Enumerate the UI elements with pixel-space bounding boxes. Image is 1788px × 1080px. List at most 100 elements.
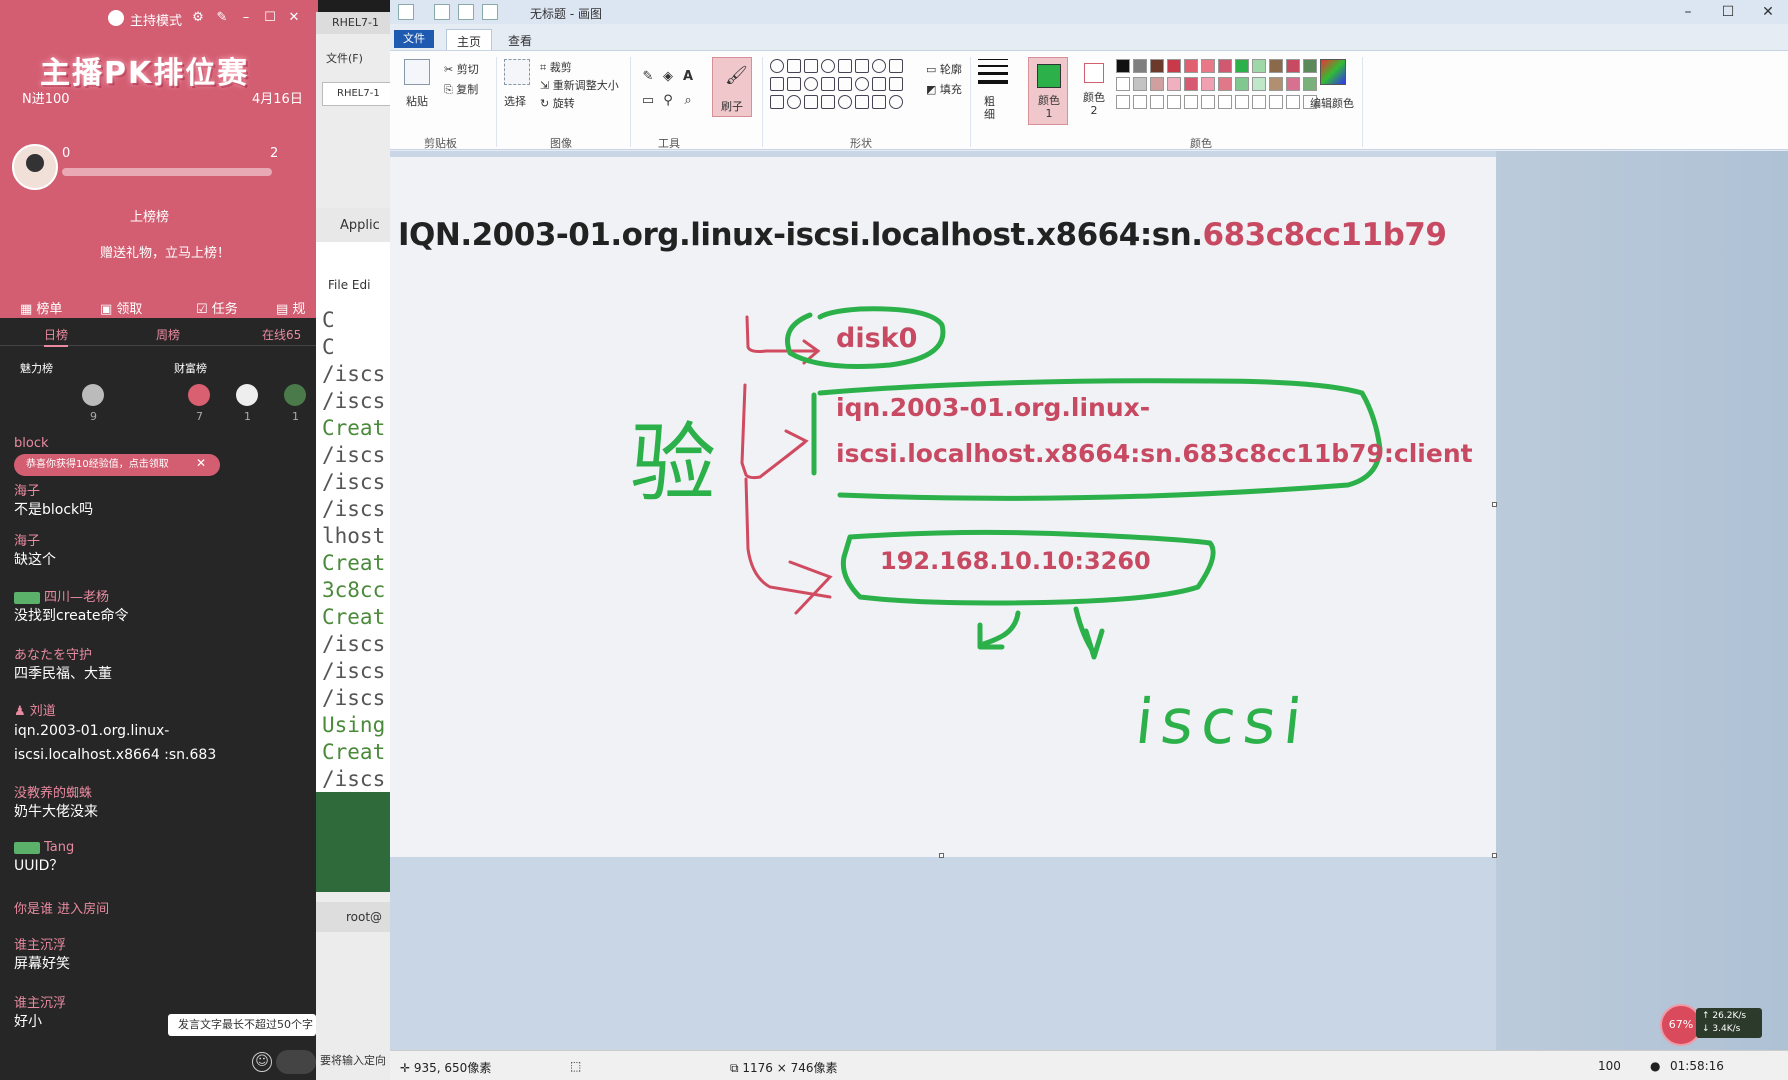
chat-user[interactable]: 刘道	[30, 704, 56, 719]
shapes-gallery[interactable]	[770, 59, 914, 115]
palette-swatch[interactable]	[1269, 77, 1283, 91]
shape-item[interactable]	[804, 95, 818, 109]
chat-user[interactable]: block	[14, 436, 49, 451]
chat-user[interactable]: 谁主沉浮	[14, 934, 314, 953]
pencil-icon[interactable]: ✎	[640, 69, 656, 85]
shape-item[interactable]	[889, 59, 903, 73]
vm-tab[interactable]: RHEL7-1	[322, 82, 396, 106]
chat-user[interactable]: 四川—老杨	[44, 590, 109, 605]
palette-swatch-empty[interactable]	[1269, 95, 1283, 109]
shape-item[interactable]	[872, 95, 886, 109]
zoom-level[interactable]: 100	[1598, 1059, 1621, 1073]
shape-item[interactable]	[872, 59, 886, 73]
palette-swatch[interactable]	[1150, 77, 1164, 91]
terminal-menu[interactable]: File Edi	[328, 278, 370, 292]
tab-weekly[interactable]: 周榜	[156, 326, 180, 343]
palette-swatch-empty[interactable]	[1218, 95, 1232, 109]
palette-swatch-empty[interactable]	[1133, 95, 1147, 109]
size-icon[interactable]	[978, 59, 1008, 89]
palette-swatch[interactable]	[1167, 59, 1181, 73]
palette-swatch[interactable]	[1303, 59, 1317, 73]
shape-item[interactable]	[770, 77, 784, 91]
tab-file[interactable]: 文件	[394, 30, 434, 48]
crop-button[interactable]: ⌗ 裁剪	[540, 59, 572, 75]
close-icon[interactable]: ✕	[286, 10, 302, 26]
shape-item[interactable]	[838, 59, 852, 73]
applications-menu[interactable]: Applic	[316, 208, 396, 244]
color-picker-icon[interactable]: ⚲	[660, 93, 676, 109]
chat-input[interactable]	[276, 1050, 316, 1074]
color2-swatch[interactable]	[1084, 63, 1104, 83]
palette-swatch[interactable]	[1150, 59, 1164, 73]
resize-handle-bottom[interactable]	[939, 853, 944, 858]
shape-item[interactable]	[804, 59, 818, 73]
vm-file-menu[interactable]: 文件(F)	[316, 50, 363, 66]
cut-button[interactable]: ✂ 剪切	[444, 61, 479, 77]
paste-button[interactable]: 粘贴	[406, 93, 428, 109]
edit-colors-icon[interactable]	[1320, 59, 1346, 85]
color2-label[interactable]: 颜色 2	[1078, 91, 1110, 117]
paste-icon[interactable]	[404, 59, 430, 85]
chat-user[interactable]: 谁主沉浮	[14, 992, 164, 1011]
shape-item[interactable]	[872, 77, 886, 91]
palette-swatch-empty[interactable]	[1167, 95, 1181, 109]
reward-popup[interactable]: 恭喜你获得10经验值，点击领取	[14, 454, 220, 476]
background-vm-window[interactable]: RHEL7-1 文件(F) RHEL7-1 Applic File Edi C …	[316, 12, 396, 1080]
palette-swatch-empty[interactable]	[1116, 95, 1130, 109]
drawing-canvas[interactable]: IQN.2003-01.org.linux-iscsi.localhost.x8…	[390, 157, 1497, 858]
palette-swatch[interactable]	[1252, 59, 1266, 73]
outline-button[interactable]: ▭ 轮廓	[926, 61, 962, 77]
palette-swatch[interactable]	[1218, 77, 1232, 91]
shape-item[interactable]	[855, 95, 869, 109]
avatar[interactable]	[284, 384, 306, 406]
palette-swatch-empty[interactable]	[1150, 95, 1164, 109]
terminal-window[interactable]: File Edi C C/iscs/iscs Creat/iscs/iscs/is…	[316, 242, 396, 792]
minimize-icon[interactable]: –	[1668, 0, 1708, 24]
magnifier-icon[interactable]: ⌕	[680, 93, 696, 109]
palette-swatch[interactable]	[1201, 77, 1215, 91]
rotate-button[interactable]: ↻ 旋转	[540, 95, 575, 111]
minimize-icon[interactable]: –	[238, 10, 254, 26]
size-button[interactable]: 粗细	[984, 95, 1000, 121]
edit-colors-button[interactable]: 编辑颜色	[1310, 95, 1354, 111]
palette-swatch[interactable]	[1133, 59, 1147, 73]
tab-daily[interactable]: 日榜	[44, 326, 69, 347]
close-icon[interactable]: ✕	[196, 456, 206, 470]
shape-item[interactable]	[804, 77, 818, 91]
avatar[interactable]	[236, 384, 258, 406]
maximize-icon[interactable]: ☐	[262, 10, 278, 26]
copy-button[interactable]: ⎘ 复制	[444, 81, 478, 97]
shape-item[interactable]	[787, 59, 801, 73]
palette-swatch-empty[interactable]	[1201, 95, 1215, 109]
charm-board-label[interactable]: 魅力榜	[20, 360, 53, 376]
shape-item[interactable]	[855, 59, 869, 73]
palette-swatch[interactable]	[1133, 77, 1147, 91]
palette-swatch-empty[interactable]	[1286, 95, 1300, 109]
avatar[interactable]	[188, 384, 210, 406]
shape-item[interactable]	[787, 95, 801, 109]
palette-swatch[interactable]	[1201, 59, 1215, 73]
palette-swatch[interactable]	[1235, 77, 1249, 91]
palette-swatch-empty[interactable]	[1252, 95, 1266, 109]
paint-app-icon[interactable]	[398, 4, 414, 20]
color-palette[interactable]	[1116, 59, 1317, 119]
palette-swatch[interactable]	[1116, 59, 1130, 73]
tab-online[interactable]: 在线65	[262, 326, 301, 343]
chat-user[interactable]: あなたを守护	[14, 644, 314, 663]
avatar[interactable]	[12, 144, 58, 190]
palette-swatch[interactable]	[1235, 59, 1249, 73]
tab-home[interactable]: 主页	[446, 29, 493, 50]
fill-icon[interactable]: ◈	[660, 69, 676, 85]
shape-item[interactable]	[838, 77, 852, 91]
palette-swatch[interactable]	[1116, 77, 1130, 91]
palette-swatch[interactable]	[1269, 59, 1283, 73]
chat-user[interactable]: Tang	[44, 840, 74, 855]
chat-user[interactable]: 没教养的蜘蛛	[14, 782, 314, 801]
resize-handle-corner[interactable]	[1492, 853, 1497, 858]
palette-swatch[interactable]	[1184, 77, 1198, 91]
rank-link[interactable]: 上榜榜	[130, 206, 169, 225]
close-icon[interactable]: ✕	[1748, 0, 1788, 24]
wealth-board-label[interactable]: 财富榜	[174, 360, 207, 376]
shape-item[interactable]	[770, 59, 784, 73]
shape-item[interactable]	[770, 95, 784, 109]
